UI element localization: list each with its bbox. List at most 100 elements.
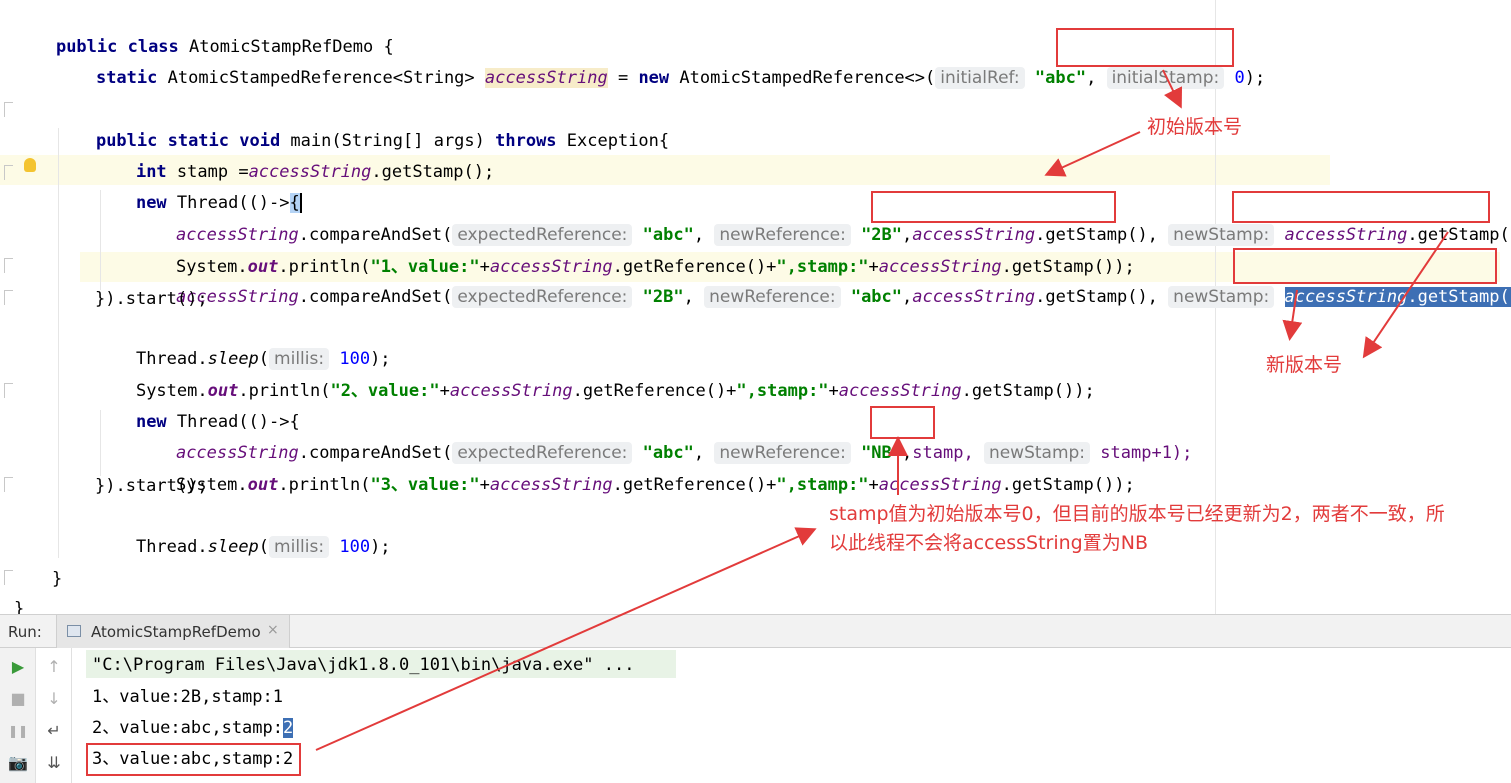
annotation-explanation-line-1: stamp值为初始版本号0，但目前的版本号已经更新为2，两者不一致，所 [829,503,1445,525]
punct: ( [258,537,270,557]
string-literal: "abc" [1034,68,1087,88]
lightbulb-icon[interactable] [24,158,36,172]
param-hint: expectedReference: [452,286,633,308]
method-call: .println( [278,475,371,495]
operator: + [479,475,490,495]
code-line-14: System.out.println("3、value:"+accessStri… [135,440,1135,495]
fold-marker[interactable] [4,258,13,273]
number-literal: 100 [339,537,371,557]
field-name: accessString [1284,225,1408,245]
string-literal: "2、value:" [330,381,440,401]
wrap-icon[interactable]: ↵ [36,716,72,746]
console-line-2: 2、value:abc,stamp:2 [92,713,294,743]
field-name: accessString [449,381,573,401]
method-call: .getStamp(); [371,162,495,182]
string-literal: "abc" [850,287,903,307]
punct: ); [1244,68,1266,88]
method-call: .getReference()+ [612,475,777,495]
code-line-3: public static void main(String[] args) t… [55,96,669,151]
comma: , [683,287,694,307]
code-line-5: new Thread(()->{ [95,158,302,213]
keyword: throws [495,131,567,151]
run-icon[interactable]: ▶ [0,652,36,682]
keyword: static [95,68,168,88]
scroll-end-icon[interactable]: ⇊ [36,748,72,778]
fold-marker[interactable] [4,570,13,585]
highlight-box-newstamp-2 [1233,248,1497,284]
annotation-initial-version: 初始版本号 [1147,116,1243,138]
fold-marker[interactable] [4,102,13,117]
camera-icon[interactable]: 📷 [0,748,36,778]
type: Exception{ [566,131,670,151]
pause-icon[interactable]: ❚❚ [0,716,36,746]
console-line-2-selection: 2 [283,718,294,738]
run-toolbar-right: ↑ ↓ ↵ ⇊ [36,648,72,783]
param-hint: initialStamp: [1106,67,1225,89]
param-hint: newStamp: [1168,224,1275,246]
close-icon[interactable]: × [267,622,279,638]
code-line-18: } [14,599,25,614]
fold-marker[interactable] [4,383,13,398]
operator: + [868,475,879,495]
run-panel-header: Run: AtomicStampRefDemo × [0,614,1511,649]
class-ref: Thread. [135,537,208,557]
operator: = [607,68,639,88]
down-arrow-icon[interactable]: ↓ [36,684,72,714]
number-literal: 0 [1234,68,1245,88]
param-hint: newStamp: [1168,286,1275,308]
fold-marker[interactable] [4,290,13,305]
code-line-17: } [52,569,63,589]
highlight-box-getstamp [871,191,1116,223]
console-line-1: 1、value:2B,stamp:1 [92,687,283,707]
type: AtomicStampedReference<String> [167,68,485,88]
comma: , [902,287,913,307]
field-name: accessString [489,475,613,495]
run-tab-title: AtomicStampRefDemo [91,623,261,641]
annotation-explanation: stamp值为初始版本号0，但目前的版本号已经更新为2，两者不一致，所 以此线程… [829,500,1509,558]
method-call: .getStamp()); [1001,475,1135,495]
code-line-4: int stamp =accessString.getStamp(); [95,127,494,182]
code-line-13: accessString.compareAndSet(expectedRefer… [135,408,1192,464]
code-line-16: Thread.sleep(millis: 100); [95,502,391,558]
run-tab[interactable]: AtomicStampRefDemo × [56,615,290,649]
string-literal: "3、value:" [370,475,480,495]
up-arrow-icon[interactable]: ↑ [36,652,72,682]
string-literal: ",stamp:" [776,475,869,495]
code-line-11: System.out.println("2、value:"+accessStri… [95,346,1095,401]
run-label: Run: [8,623,42,641]
keyword: new [638,68,680,88]
fold-marker[interactable] [4,477,13,492]
code-line-15: }).start(); [95,476,208,496]
code-line-9: }).start(); [95,289,208,309]
constructor: AtomicStampedReference<>( [679,68,936,88]
static-field: out [247,475,279,495]
highlight-box-newstamp-1 [1232,191,1490,223]
string-literal: "2B" [642,287,684,307]
fold-marker[interactable] [4,165,13,180]
method-call: .getReference()+ [572,381,737,401]
field-name: accessString [912,287,1036,307]
stop-icon[interactable]: ■ [0,684,36,714]
param-hint: initialRef: [935,67,1025,89]
operator: + [439,381,450,401]
annotation-new-version: 新版本号 [1266,354,1343,376]
code-editor[interactable]: public class AtomicStampRefDemo { static… [0,0,1511,614]
highlight-box-initial-stamp [1056,28,1234,67]
console-line-command: "C:\Program Files\Java\jdk1.8.0_101\bin\… [92,655,635,675]
code-line-10: Thread.sleep(millis: 100); [95,314,391,370]
run-toolbar-left: ▶ ■ ❚❚ 📷 [0,648,36,783]
selected-field-name: accessString [1284,287,1408,307]
annotation-explanation-line-2: 以此线程不会将accessString置为NB [829,532,1148,554]
comma: , [1086,68,1107,88]
param-hint: millis: [269,536,330,558]
class-tab-icon [67,625,81,637]
field-name: accessString [878,475,1002,495]
param-hint: newReference: [704,286,841,308]
method-call: .getStamp(), [1035,287,1158,307]
code-line-7: System.out.println("1、value:"+accessStri… [135,222,1135,277]
field-name: accessString [484,68,608,88]
method-call: .getStamp()+1 [1407,225,1511,245]
string-literal: ",stamp:" [736,381,829,401]
code-line-12: new Thread(()->{ [95,377,300,432]
operator: + [828,381,839,401]
